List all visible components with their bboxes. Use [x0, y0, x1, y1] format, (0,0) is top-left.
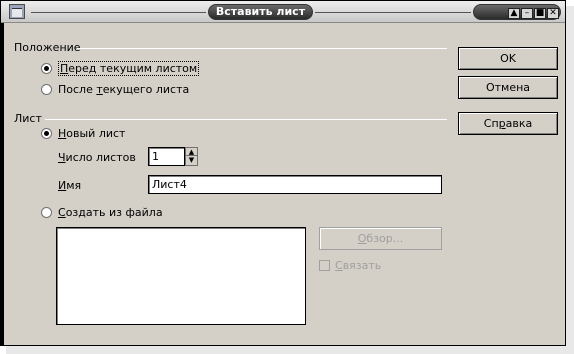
link-checkbox-row[interactable]: Связать — [319, 259, 381, 272]
radio-new-sheet[interactable]: Новый лист — [41, 127, 125, 140]
title-bar-line-left — [31, 12, 206, 13]
radio-label: Перед текущим листом — [58, 61, 200, 76]
radio-button[interactable] — [41, 63, 52, 74]
radio-button[interactable] — [41, 128, 52, 139]
radio-button[interactable] — [41, 207, 52, 218]
title-bar[interactable]: Вставить лист ▲ – ■ ✕ — [1, 1, 565, 23]
radio-before-current-sheet[interactable]: Перед текущим листом — [41, 61, 200, 76]
ok-button[interactable]: OK — [458, 47, 558, 70]
browse-button[interactable]: Обзор... — [319, 227, 442, 250]
insert-sheet-dialog: Вставить лист ▲ – ■ ✕ Положение Перед те… — [0, 0, 566, 346]
roll-up-icon[interactable]: ▲ — [508, 8, 520, 19]
radio-label: Новый лист — [58, 127, 126, 140]
window-title: Вставить лист — [208, 4, 313, 20]
spin-up-icon[interactable]: ▲ — [186, 148, 197, 156]
help-button[interactable]: Справка — [458, 112, 558, 135]
sheet-count-input[interactable]: 1 — [148, 147, 185, 166]
sheet-count-label: Число листов — [58, 151, 136, 164]
file-list-box[interactable] — [56, 227, 306, 325]
sheet-group-label: Лист — [14, 112, 42, 125]
radio-button[interactable] — [41, 84, 52, 95]
sheet-count-spinner[interactable]: ▲ ▼ — [185, 147, 198, 166]
radio-label: Создать из файла — [58, 206, 163, 219]
sheet-name-input[interactable]: Лист4 — [148, 175, 442, 194]
sheet-name-label: Имя — [58, 179, 82, 192]
radio-from-file[interactable]: Создать из файла — [41, 206, 163, 219]
radio-label: После текущего листа — [58, 83, 190, 96]
sheet-group-divider — [45, 119, 447, 120]
spin-down-icon[interactable]: ▼ — [186, 156, 197, 164]
radio-after-current-sheet[interactable]: После текущего листа — [41, 83, 189, 96]
link-checkbox[interactable] — [319, 260, 330, 271]
cancel-button[interactable]: Отмена — [458, 76, 558, 99]
link-checkbox-label: Связать — [335, 259, 382, 272]
window-controls: ▲ – ■ ✕ — [473, 4, 561, 20]
position-group-divider — [77, 48, 447, 49]
title-bar-line-right — [315, 12, 471, 13]
maximize-icon[interactable]: ■ — [534, 8, 546, 19]
window-left-border — [1, 23, 4, 345]
position-group-label: Положение — [14, 41, 81, 54]
minimize-icon[interactable]: – — [521, 8, 533, 19]
app-icon[interactable] — [9, 4, 25, 19]
close-icon[interactable]: ✕ — [547, 8, 559, 19]
